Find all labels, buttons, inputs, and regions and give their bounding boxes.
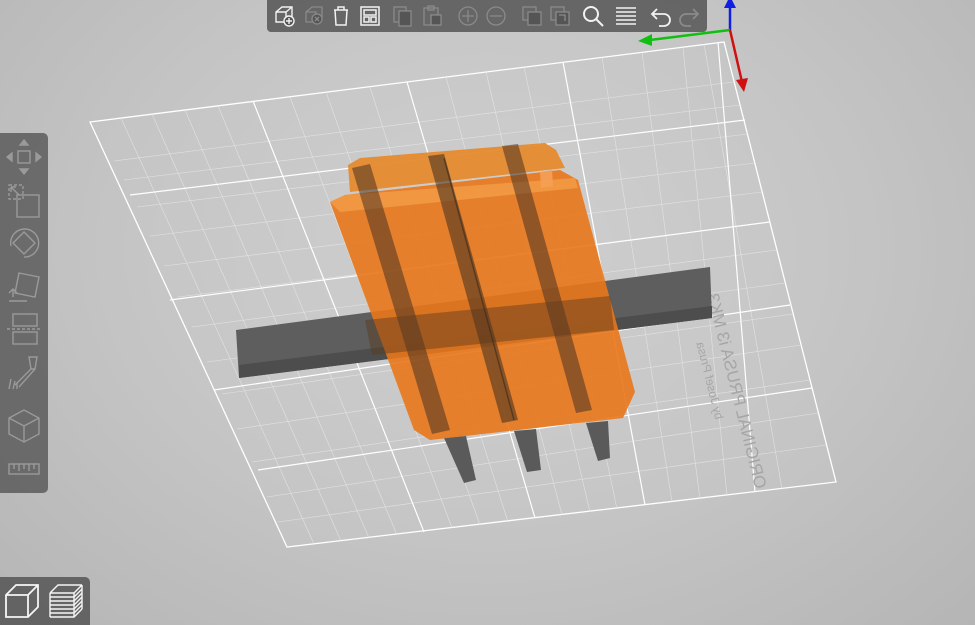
place-on-face-icon[interactable] (4, 266, 44, 306)
3d-view-icon[interactable] (2, 581, 42, 621)
view-switch (0, 577, 90, 625)
undo-icon[interactable] (647, 2, 675, 30)
scale-icon[interactable] (4, 180, 44, 220)
paint-supports-icon[interactable] (4, 352, 44, 392)
split-to-parts-icon[interactable] (546, 2, 574, 30)
measure-icon[interactable] (4, 449, 44, 489)
move-icon[interactable] (4, 137, 44, 177)
preview-layers-icon[interactable] (46, 581, 86, 621)
top-toolbar (267, 0, 707, 32)
cut-icon[interactable] (4, 309, 44, 349)
layers-editing-icon[interactable] (612, 2, 640, 30)
delete-icon[interactable] (300, 2, 328, 30)
arrange-icon[interactable] (356, 2, 384, 30)
delete-all-icon[interactable] (327, 2, 355, 30)
remove-instance-icon[interactable] (482, 2, 510, 30)
split-to-objects-icon[interactable] (518, 2, 546, 30)
left-toolbar (0, 133, 48, 493)
copy-icon[interactable] (388, 2, 416, 30)
paste-icon[interactable] (418, 2, 446, 30)
hollow-icon[interactable] (4, 405, 44, 445)
3d-scene[interactable]: ORIGINAL PRUSA i3 MK3 by Josef Prusa (0, 0, 975, 625)
rotate-icon[interactable] (4, 223, 44, 263)
redo-icon[interactable] (675, 2, 703, 30)
search-icon[interactable] (579, 2, 607, 30)
add-icon[interactable] (270, 2, 298, 30)
add-instance-icon[interactable] (454, 2, 482, 30)
